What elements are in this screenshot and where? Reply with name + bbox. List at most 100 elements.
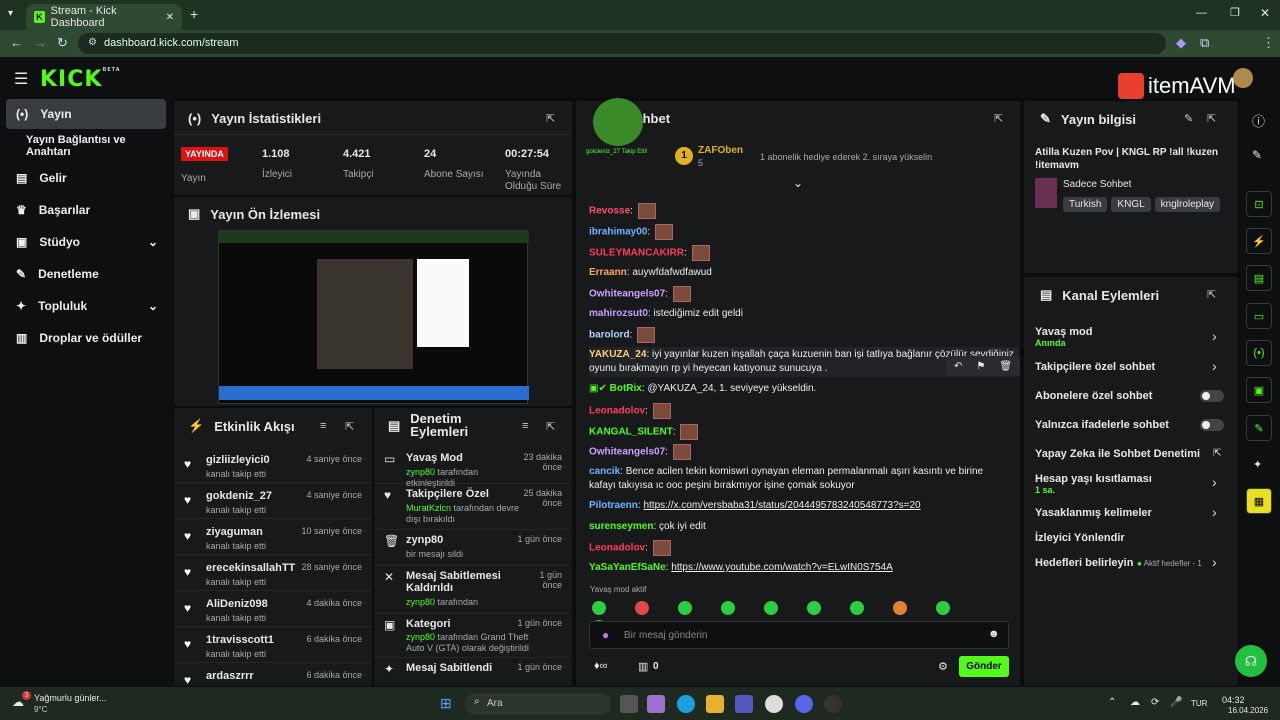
sidebar-item-yayin[interactable]: (•) Yayın (6, 99, 166, 129)
tray-sync-icon[interactable]: ⟳ (1151, 697, 1159, 708)
chevron-right-icon[interactable]: › (1212, 504, 1217, 520)
sidebar-item-topluluk[interactable]: ✦ Topluluk ⌄ (6, 291, 166, 321)
banned-words-row[interactable]: Yasaklanmış kelimeler (1035, 507, 1152, 519)
chevron-right-icon[interactable]: › (1212, 358, 1217, 374)
extension-icon[interactable]: ◆ (1176, 35, 1186, 51)
explorer-icon[interactable] (706, 695, 724, 713)
chevron-right-icon[interactable]: › (1212, 554, 1217, 570)
activity-row: ♥ 1travisscott1 kanalı takip etti 6 dakika … (176, 628, 372, 663)
menu-dots-icon[interactable]: ⋮ (1262, 35, 1275, 51)
send-button[interactable]: Gönder (959, 656, 1009, 677)
browser-tab[interactable]: K Stream - Kick Dashboard ✕ (26, 4, 182, 30)
popout-icon[interactable]: ⇱ (345, 420, 354, 433)
task-view-icon[interactable] (620, 695, 638, 713)
extensions-puzzle-icon[interactable]: ⧉ (1200, 35, 1209, 51)
minimize-icon[interactable]: — (1196, 7, 1207, 19)
clip-button[interactable]: ▦ (1246, 488, 1272, 514)
sidebar-item-droplar[interactable]: ▥ Droplar ve ödüller (6, 323, 166, 353)
chat-link[interactable]: https://www.youtube.com/watch?v=ELwIN0S7… (671, 562, 893, 573)
popout-icon[interactable]: ⇱ (546, 420, 555, 433)
sidebar-item-stream-key[interactable]: Yayın Bağlantısı ve Anahtarı (6, 131, 166, 161)
chat-input-box[interactable]: ● Bir mesaj gönderin ☻ (589, 621, 1009, 649)
popout-icon[interactable]: ⇱ (994, 112, 1003, 125)
forward-icon[interactable]: → (34, 35, 47, 50)
emote-bar[interactable] (592, 601, 1012, 634)
raid-row[interactable]: İzleyici Yönlendir (1035, 532, 1125, 544)
community-icon[interactable]: ✦ (1253, 458, 1262, 471)
filter-icon[interactable]: ≡ (522, 420, 528, 432)
category-name[interactable]: Sadece Sohbet (1063, 179, 1131, 190)
microphone-icon[interactable]: 🎤 (1170, 697, 1182, 708)
settings-gear-icon[interactable]: ⚙ (938, 660, 948, 673)
sidebar-item-basarilar[interactable]: ♛ Başarılar (6, 195, 166, 225)
edit-icon[interactable]: ✎ (1184, 112, 1193, 125)
popout-icon[interactable]: ⇱ (1207, 288, 1216, 301)
external-link-icon[interactable]: ⇱ (1213, 448, 1221, 459)
new-tab-icon[interactable]: + (190, 6, 198, 22)
close-tab-icon[interactable]: ✕ (166, 12, 174, 23)
microphone-icon[interactable]: ● (602, 628, 609, 642)
goals-row[interactable]: Hedefleri belirleyin (1035, 557, 1133, 569)
itemavm-logo-icon (1118, 73, 1144, 99)
close-window-icon[interactable]: ✕ (1260, 6, 1270, 20)
hamburger-menu-icon[interactable]: ☰ (14, 69, 28, 89)
delete-icon[interactable]: 🗑 (999, 361, 1012, 372)
emoji-icon[interactable]: ☻ (988, 628, 1000, 640)
account-age-row[interactable]: Hesap yaşı kısıtlaması 1 sa. (1035, 473, 1152, 495)
emotes-only-toggle[interactable] (1200, 419, 1224, 431)
tray-app-icon[interactable]: ☁ (1130, 697, 1140, 708)
clock-time[interactable]: 04:32 (1222, 695, 1245, 705)
document-button[interactable]: ▤ (1246, 265, 1272, 291)
pencil-icon[interactable]: ✎ (1252, 148, 1262, 162)
clock-date[interactable]: 16.04.2026 (1228, 706, 1268, 715)
reload-icon[interactable]: ↻ (57, 35, 68, 51)
site-info-icon[interactable]: ⚙ (88, 37, 97, 48)
chat-message: Leonadolov: (589, 540, 1009, 556)
windows-start-icon[interactable]: ⊞ (440, 695, 452, 712)
channel-button[interactable]: ▣ (1246, 377, 1272, 403)
broadcast-button[interactable]: (•) (1246, 340, 1272, 366)
ai-moderation-row[interactable]: Yapay Zeka ile Sohbet Denetimi (1035, 448, 1200, 460)
sidebar-item-gelir[interactable]: ▤ Gelir (6, 163, 166, 193)
sidebar-item-denetleme[interactable]: ✎ Denetleme (6, 259, 166, 289)
reply-icon[interactable]: ↶ (954, 361, 962, 372)
user-avatar[interactable] (1233, 68, 1253, 88)
copilot-icon[interactable] (647, 695, 665, 713)
popout-icon[interactable]: ⇱ (546, 112, 555, 125)
subscribers-only-toggle[interactable] (1200, 390, 1224, 402)
slow-mode-row[interactable]: Yavaş mod Anında (1035, 326, 1092, 348)
tray-chevron-icon[interactable]: ⌃ (1108, 697, 1116, 708)
obs-icon[interactable] (824, 695, 842, 713)
tab-menu-icon[interactable]: ▾ (8, 8, 13, 19)
tag: KNGL (1111, 197, 1151, 212)
chrome-icon[interactable] (765, 695, 783, 713)
pin-icon[interactable]: ⚑ (976, 361, 985, 372)
gift-icon[interactable]: ▥ (638, 660, 648, 673)
lightning-button[interactable]: ⚡ (1246, 228, 1272, 254)
support-headset-icon[interactable]: ☊ (1235, 645, 1267, 677)
edge-icon[interactable] (677, 695, 695, 713)
chat-button[interactable]: ▭ (1246, 303, 1272, 329)
sidebar-item-studyo[interactable]: ▣ Stüdyo ⌄ (6, 227, 166, 257)
collapse-icon[interactable]: ⌄ (793, 176, 803, 190)
popout-icon[interactable]: ⇱ (1207, 112, 1216, 125)
info-icon[interactable]: ⓘ (1252, 111, 1265, 130)
chat-message: Erraann: auywfdafwdfawud (589, 267, 712, 278)
kick-logo[interactable]: KICKBETA (40, 67, 121, 92)
chevron-right-icon[interactable]: › (1212, 328, 1217, 344)
wrench-button[interactable]: ✎ (1246, 415, 1272, 441)
screenshot-button[interactable]: ⊡ (1246, 191, 1272, 217)
teams-icon[interactable] (735, 695, 753, 713)
keyboard-lang[interactable]: TUR (1191, 699, 1207, 708)
taskbar-search[interactable]: Ara (465, 693, 611, 715)
chevron-right-icon[interactable]: › (1212, 474, 1217, 490)
url-field[interactable]: dashboard.kick.com/stream (78, 33, 1166, 54)
followers-only-row[interactable]: Takipçilere özel sohbet (1035, 361, 1155, 373)
stream-preview-video[interactable] (218, 230, 529, 404)
infinity-points-icon[interactable]: ♦∞ (594, 660, 607, 672)
maximize-icon[interactable]: ❐ (1230, 6, 1240, 19)
filter-icon[interactable]: ≡ (320, 420, 326, 432)
chat-link[interactable]: https://x.com/versbaba31/status/20444957… (643, 500, 920, 511)
discord-icon[interactable] (795, 695, 813, 713)
back-icon[interactable]: ← (10, 35, 23, 50)
